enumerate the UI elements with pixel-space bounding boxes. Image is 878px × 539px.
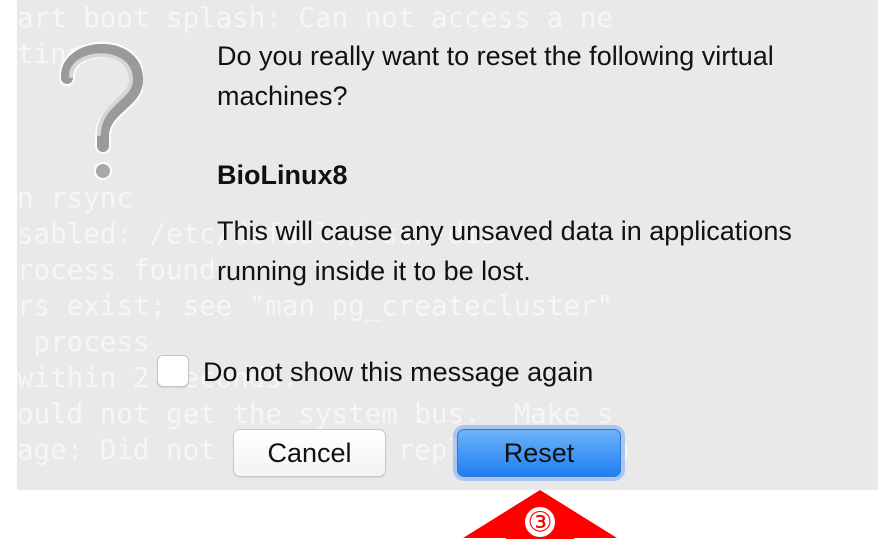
cancel-button[interactable]: Cancel (233, 429, 386, 477)
step-marker: ③ (527, 506, 552, 539)
do-not-show-label[interactable]: Do not show this message again (203, 357, 593, 388)
do-not-show-checkbox[interactable] (157, 355, 189, 387)
up-arrow-icon: ③ (463, 490, 617, 539)
console-line: ould not get the system bus. Make s (17, 398, 614, 430)
vm-name: BioLinux8 (217, 160, 348, 190)
reset-button[interactable]: Reset (457, 429, 621, 477)
warning-text: This will cause any unsaved data in appl… (217, 216, 792, 286)
console-line: process (17, 326, 150, 358)
console-line: age: Did not receive a reply. Possib (17, 434, 630, 466)
console-line: art boot splash: Can not access a ne (17, 2, 614, 34)
console-line: rs exist; see "man pg_createcluster" (17, 290, 614, 322)
reset-prompt-text: Do you really want to reset the followin… (217, 41, 774, 111)
question-mark-icon (59, 41, 143, 180)
reset-vm-dialog: art boot splash: Can not access a ne ting… (17, 0, 878, 490)
